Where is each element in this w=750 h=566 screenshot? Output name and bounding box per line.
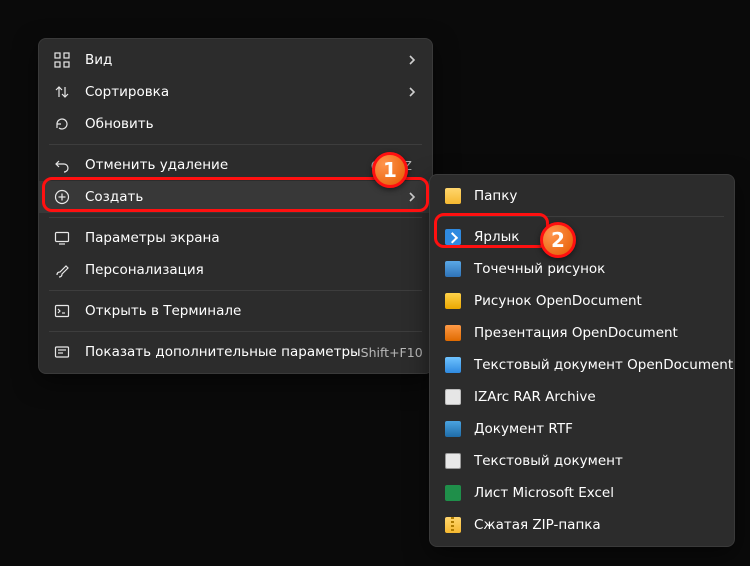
submenu-item-label: Текстовый документ OpenDocument <box>474 357 733 373</box>
menu-separator <box>440 216 724 217</box>
submenu-item-label: Рисунок OpenDocument <box>474 293 720 309</box>
zip-icon <box>444 516 462 534</box>
menu-separator <box>49 217 422 218</box>
submenu-item-odp[interactable]: Презентация OpenDocument <box>430 317 734 349</box>
menu-item-personalize[interactable]: Персонализация <box>39 254 432 286</box>
menu-item-label: Вид <box>85 52 406 68</box>
menu-item-view[interactable]: Вид <box>39 44 432 76</box>
submenu-item-xlsx[interactable]: Лист Microsoft Excel <box>430 477 734 509</box>
brush-icon <box>53 261 71 279</box>
context-menu-main: Вид Сортировка Обновить Отменить удалени… <box>38 38 433 374</box>
odg-icon <box>444 292 462 310</box>
menu-separator <box>49 290 422 291</box>
menu-item-refresh[interactable]: Обновить <box>39 108 432 140</box>
submenu-item-label: IZArc RAR Archive <box>474 389 720 405</box>
submenu-item-label: Текстовый документ <box>474 453 720 469</box>
folder-icon <box>444 187 462 205</box>
menu-shortcut: Shift+F10 <box>361 345 423 360</box>
menu-item-label: Обновить <box>85 116 418 132</box>
odp-icon <box>444 324 462 342</box>
txt-icon <box>444 452 462 470</box>
submenu-item-rtf[interactable]: Документ RTF <box>430 413 734 445</box>
plus-circle-icon <box>53 188 71 206</box>
menu-item-label: Персонализация <box>85 262 418 278</box>
submenu-item-odg[interactable]: Рисунок OpenDocument <box>430 285 734 317</box>
sort-icon <box>53 83 71 101</box>
rtf-icon <box>444 420 462 438</box>
bitmap-icon <box>444 260 462 278</box>
chevron-right-icon <box>406 86 418 98</box>
more-options-icon <box>53 343 71 361</box>
submenu-item-label: Лист Microsoft Excel <box>474 485 720 501</box>
submenu-item-txt[interactable]: Текстовый документ <box>430 445 734 477</box>
menu-item-display-settings[interactable]: Параметры экрана <box>39 222 432 254</box>
submenu-item-label: Документ RTF <box>474 421 720 437</box>
submenu-item-shortcut[interactable]: Ярлык <box>430 221 734 253</box>
menu-item-label: Отменить удаление <box>85 157 371 173</box>
submenu-item-zip[interactable]: Сжатая ZIP-папка <box>430 509 734 541</box>
refresh-icon <box>53 115 71 133</box>
menu-item-label: Параметры экрана <box>85 230 418 246</box>
menu-item-label: Показать дополнительные параметры <box>85 344 361 360</box>
chevron-right-icon <box>406 191 418 203</box>
menu-item-show-more[interactable]: Показать дополнительные параметры Shift+… <box>39 336 432 368</box>
excel-icon <box>444 484 462 502</box>
terminal-icon <box>53 302 71 320</box>
menu-item-label: Открыть в Терминале <box>85 303 418 319</box>
menu-separator <box>49 144 422 145</box>
submenu-item-label: Сжатая ZIP-папка <box>474 517 720 533</box>
submenu-item-label: Презентация OpenDocument <box>474 325 720 341</box>
menu-item-new[interactable]: Создать <box>39 181 432 213</box>
menu-item-label: Сортировка <box>85 84 406 100</box>
annotation-badge-2: 2 <box>540 222 576 258</box>
submenu-item-bitmap[interactable]: Точечный рисунок <box>430 253 734 285</box>
submenu-item-label: Ярлык <box>474 229 720 245</box>
rar-icon <box>444 388 462 406</box>
undo-icon <box>53 156 71 174</box>
grid-icon <box>53 51 71 69</box>
submenu-item-label: Точечный рисунок <box>474 261 720 277</box>
chevron-right-icon <box>406 54 418 66</box>
odt-icon <box>444 356 462 374</box>
context-menu-new: Папку Ярлык Точечный рисунок Рисунок Ope… <box>429 174 735 547</box>
menu-separator <box>49 331 422 332</box>
menu-item-sort[interactable]: Сортировка <box>39 76 432 108</box>
monitor-icon <box>53 229 71 247</box>
annotation-badge-1: 1 <box>372 152 408 188</box>
submenu-item-odt[interactable]: Текстовый документ OpenDocument <box>430 349 734 381</box>
badge-number: 1 <box>383 158 397 182</box>
submenu-item-rar[interactable]: IZArc RAR Archive <box>430 381 734 413</box>
badge-number: 2 <box>551 228 565 252</box>
submenu-item-label: Папку <box>474 188 720 204</box>
menu-item-open-terminal[interactable]: Открыть в Терминале <box>39 295 432 327</box>
shortcut-icon <box>444 228 462 246</box>
menu-item-label: Создать <box>85 189 406 205</box>
submenu-item-folder[interactable]: Папку <box>430 180 734 212</box>
